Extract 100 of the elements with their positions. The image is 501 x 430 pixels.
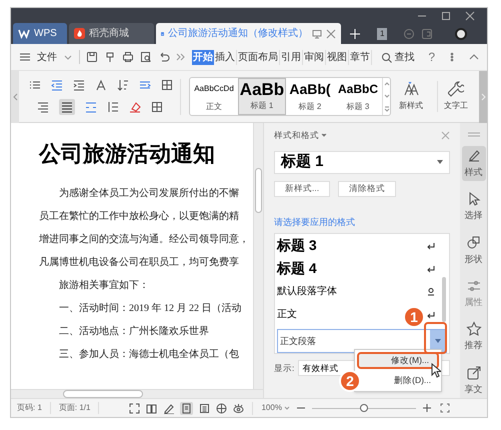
gallery-up-icon[interactable] — [384, 81, 390, 88]
list-scrollbar[interactable] — [442, 277, 446, 322]
print-icon[interactable] — [122, 51, 134, 63]
user-avatar[interactable] — [455, 28, 468, 40]
globe-icon[interactable] — [216, 402, 228, 414]
bullet-list-icon[interactable] — [29, 78, 41, 90]
justify-icon[interactable] — [61, 100, 73, 112]
highlight-frame — [424, 322, 447, 354]
paragraph-mark-icon — [427, 264, 435, 273]
panel-button[interactable]: 清除格式 — [338, 180, 396, 197]
page-number[interactable]: 页码: 1 — [17, 402, 51, 414]
file-menu[interactable]: 文件 — [37, 50, 57, 64]
panel-icon[interactable] — [421, 28, 434, 40]
line-spacing-icon[interactable] — [107, 100, 119, 112]
ribbon-tab[interactable]: 页面布局 — [237, 50, 280, 64]
style-gallery-item[interactable]: AaBbCcDd 正文 — [190, 78, 238, 115]
close-icon[interactable] — [465, 10, 475, 20]
distribute-icon[interactable] — [85, 100, 97, 112]
scrollbar-thumb[interactable] — [63, 390, 143, 398]
help-button[interactable]: ? — [428, 48, 435, 66]
vertical-scrollbar[interactable] — [253, 123, 263, 389]
window-count-badge[interactable]: 1 — [377, 28, 388, 40]
print-preview-icon[interactable] — [140, 51, 152, 63]
new-style-button[interactable]: 新样式 — [399, 81, 423, 112]
collapse-icon[interactable] — [469, 52, 479, 62]
tab[interactable]: 公司旅游活动通知（修改样式） — [156, 23, 341, 44]
fit-icon[interactable] — [440, 403, 450, 413]
zoom-level[interactable]: 100% — [261, 402, 282, 414]
fullscreen-icon[interactable] — [129, 402, 140, 414]
style-list-item[interactable]: 正文 — [277, 307, 297, 322]
more-icon[interactable] — [176, 52, 186, 62]
eye-icon[interactable] — [233, 402, 244, 414]
book-icon[interactable] — [146, 402, 158, 414]
tab[interactable]: WPS — [13, 23, 67, 44]
dropdown-icon[interactable] — [284, 405, 290, 411]
style-gallery-item[interactable]: AaBb( 标题 2 — [286, 78, 334, 115]
format-painter-icon[interactable] — [104, 51, 116, 63]
style-label: 标题 1 — [250, 100, 274, 112]
outline-icon[interactable] — [199, 402, 210, 414]
style-list-item[interactable]: 默认段落字体 — [277, 284, 337, 300]
close-icon[interactable] — [326, 28, 336, 38]
paragraph-line: 增进同事之间的交流与沟通。经公司领导同意， — [39, 233, 250, 246]
paragraph-line: 员工在繁忙的工作中放松身心，以更饱满的精 — [39, 210, 240, 223]
pen-icon[interactable] — [163, 402, 174, 414]
border-icon[interactable] — [151, 100, 163, 112]
text-tools-button[interactable]: 文字工 — [437, 81, 468, 112]
menu-icon[interactable] — [19, 51, 31, 63]
rail-button[interactable]: 选择 — [462, 189, 486, 225]
gallery-down-icon[interactable] — [384, 93, 390, 100]
dropdown-icon[interactable] — [321, 132, 327, 138]
style-gallery-item[interactable]: AaBb 标题 1 — [238, 78, 286, 115]
ribbon-tab[interactable]: 章节 — [349, 50, 372, 64]
tab-spacing-icon[interactable] — [139, 78, 151, 90]
table-icon[interactable] — [161, 78, 173, 90]
increase-indent-icon[interactable] — [73, 78, 85, 90]
undo-icon[interactable] — [158, 51, 170, 63]
ribbon-tab[interactable]: 视图 — [326, 50, 349, 64]
rail-button[interactable]: 推荐 — [462, 319, 486, 355]
slider-thumb[interactable] — [360, 404, 368, 412]
panel-title[interactable]: 样式和格式 — [274, 129, 319, 142]
zoom-in-icon[interactable] — [422, 404, 432, 412]
style-list-item[interactable]: 标题 4 — [277, 258, 317, 280]
drag-handle-icon[interactable] — [466, 131, 480, 138]
rail-button[interactable]: 享文 — [462, 362, 486, 398]
style-list-item[interactable]: 标题 3 — [277, 235, 317, 256]
ribbon-tab[interactable]: 插入 — [214, 50, 237, 64]
decrease-indent-icon[interactable] — [51, 78, 63, 90]
page-count[interactable]: 页面: 1/1 — [50, 402, 100, 414]
search-button[interactable]: 查找 — [381, 50, 414, 64]
gallery-expand-icon[interactable] — [384, 106, 390, 112]
paragraph-mark-icon — [427, 310, 435, 319]
page-view-icon[interactable] — [181, 402, 192, 414]
search-icon — [381, 52, 392, 62]
rail-button[interactable]: 形状 — [462, 232, 486, 268]
screen-icon[interactable] — [312, 28, 322, 38]
style-gallery-item[interactable]: AaBbC 标题 3 — [334, 78, 382, 115]
panel-button[interactable]: 新样式... — [274, 180, 330, 197]
rail-button[interactable]: 样式 — [462, 146, 486, 182]
prompt-label: 请选择要应用的格式 — [274, 216, 356, 229]
ribbon-tab[interactable]: 引用 — [280, 50, 303, 64]
paragraph-line: 三、参加人员：海德士机电全体员工（包 — [58, 348, 240, 361]
horizontal-scrollbar[interactable] — [11, 389, 263, 398]
current-style-dropdown[interactable]: 标题 1 — [274, 150, 450, 174]
style-preview: AaBbC — [338, 81, 378, 98]
font-size-icon[interactable] — [95, 78, 107, 90]
new-tab-icon[interactable] — [349, 28, 361, 40]
maximize-icon[interactable] — [441, 10, 451, 20]
context-menu-item[interactable]: 修改(M)... — [357, 352, 439, 369]
save-icon[interactable] — [86, 51, 98, 63]
zoom-slider[interactable] — [312, 404, 416, 412]
sort-icon[interactable] — [117, 78, 129, 90]
ribbon-tab[interactable]: 审阅 — [303, 50, 326, 64]
ribbon-tab[interactable]: 开始 — [192, 50, 214, 64]
style-preview: AaBbCcDd — [194, 83, 234, 95]
align-right-icon[interactable] — [37, 100, 49, 112]
character-style-icon — [427, 287, 435, 296]
style-label: 正文 — [206, 101, 222, 113]
scrollbar-thumb[interactable] — [255, 168, 262, 213]
shading-icon[interactable] — [129, 100, 141, 112]
tab[interactable]: 稻壳商城 — [69, 23, 154, 44]
